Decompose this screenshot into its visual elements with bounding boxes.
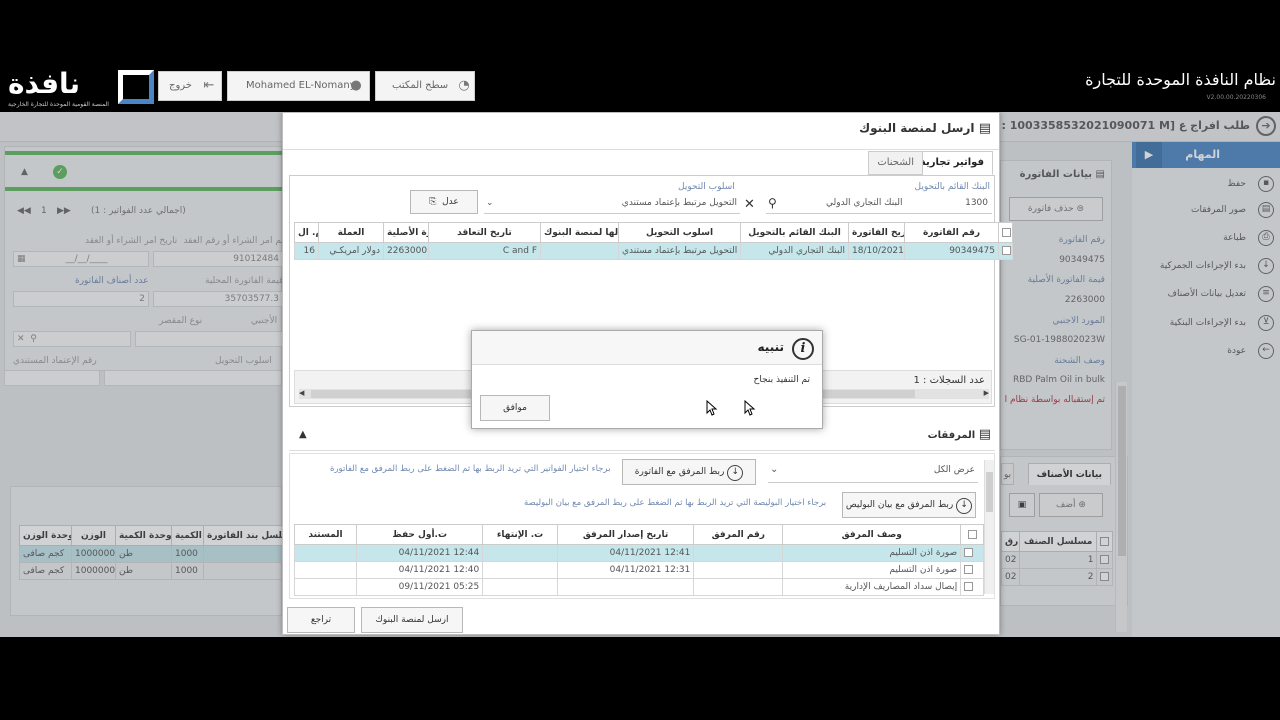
col-document: المستند — [293, 524, 358, 545]
chevron-down-icon: ⌄ — [486, 198, 494, 208]
row-checkbox[interactable] — [1002, 246, 1011, 255]
bank-code: 1300 — [965, 198, 988, 208]
app-version: V2.00.00.20220306 — [1206, 94, 1266, 101]
attachments-title: المرفقات ▤ — [927, 427, 991, 442]
attachments-header-row: المستند ت.أول حفظ ت. الإنتهاء تاريخ إصدا… — [293, 524, 984, 545]
col-attachment-num: رقم المرفق — [693, 524, 784, 545]
screen: نافذة المنصة القومية الموحدة للتجارة الخ… — [0, 0, 1280, 720]
col-attachment-desc: وصف المرفق — [782, 524, 962, 545]
scroll-left-icon: ◀ — [299, 389, 305, 397]
col-currency: العملة — [318, 222, 384, 243]
invoices-table: م. ال العملة قيمة الفاتورة الأصلية تاريخ… — [294, 222, 1013, 260]
row-checkbox[interactable] — [964, 548, 974, 557]
dialog-title: ▤ ارسل لمنصة البنوك — [859, 121, 991, 136]
alert-message: تم التنفيذ بنجاح — [753, 375, 810, 385]
collapse-icon[interactable]: ▲ — [299, 429, 307, 440]
col-expiry: ت. الإنتهاء — [482, 524, 558, 545]
send-to-banks-button[interactable]: ارسل لمنصة البنوك — [361, 607, 463, 633]
edit-icon: ⎘ — [429, 197, 437, 207]
attachment-icon: ▤ — [978, 427, 991, 442]
bank-field[interactable]: 1300 البنك التجاري الدولي ⚲ — [766, 196, 992, 214]
col-first-saved: ت.أول حفظ — [356, 524, 484, 545]
col-invoice-number: رقم الفاتورة — [904, 222, 999, 243]
tab-shipments[interactable]: الشحنات — [868, 151, 923, 175]
top-header: نافذة المنصة القومية الموحدة للتجارة الخ… — [0, 62, 1280, 112]
view-filter-select[interactable]: عرض الكل ⌄ — [768, 459, 978, 483]
link-invoice-hint: برجاء اختيار الفواتير التي تريد الربط به… — [330, 464, 611, 474]
mouse-cursor-icon — [706, 400, 718, 416]
desktop-label: سطح المكتب — [392, 80, 449, 91]
edit-button[interactable]: ⎘ عدل — [410, 190, 478, 214]
select-all-checkbox[interactable] — [967, 529, 977, 539]
col-issue-date: تاريخ إصدار المرفق — [556, 524, 695, 545]
attachments-panel: عرض الكل ⌄ ربط المرفق مع الفاتورة ↓ برجا… — [289, 453, 995, 599]
select-all-checkbox[interactable] — [1002, 227, 1011, 237]
table-row[interactable]: 16 دولار امريكـي 2263000 C and F التحويل… — [294, 242, 1013, 260]
col-contract-date: تاريخ التعاقد — [428, 222, 541, 243]
user-name: Mohamed EL-Nomany — [246, 80, 356, 91]
col-sent-to-banks: تم ارسالها لمنصة البنوك — [540, 222, 619, 243]
chevron-down-icon: ⌄ — [770, 464, 779, 475]
alert-title: تنبيه — [757, 340, 784, 354]
row-checkbox[interactable] — [964, 582, 974, 591]
clear-icon[interactable]: ✕ — [744, 197, 755, 212]
table-row[interactable]: 04/11/2021 12:40 04/11/2021 12:31 صورة ا… — [293, 561, 984, 579]
info-icon: i — [792, 338, 814, 360]
user-icon: ● — [350, 78, 362, 93]
logo-text: نافذة — [8, 67, 81, 100]
col-orig-value: قيمة الفاتورة الأصلية — [383, 222, 429, 243]
row-checkbox[interactable] — [964, 565, 974, 574]
divider — [283, 149, 999, 150]
link-policy-hint: برجاء اختيار البوليصة التي تريد الربط به… — [524, 498, 827, 508]
col-transfer-bank: البنك القائم بالتحويل — [740, 222, 849, 243]
ok-button[interactable]: موافق — [480, 395, 550, 421]
records-count: عدد السجلات : 1 — [913, 375, 985, 386]
logo-subtitle: المنصة القومية الموحدة للتجارة الخارجية — [8, 101, 109, 108]
method-label: اسلوب التحويل — [678, 182, 735, 192]
bank-label: البنك القائم بالتحويل — [914, 182, 991, 192]
app-title: نظام النافذة الموحدة للتجارة — [1085, 70, 1276, 89]
document-icon: ▤ — [978, 121, 991, 136]
success-alert: i تنبيه تم التنفيذ بنجاح موافق — [471, 330, 823, 429]
user-button[interactable]: Mohamed EL-Nomany ● — [227, 71, 370, 101]
table-row[interactable]: 04/11/2021 12:44 04/11/2021 12:41 صورة ا… — [293, 544, 984, 562]
col-transfer-method: اسلوب التحويل — [618, 222, 741, 243]
download-icon: ↓ — [727, 465, 744, 481]
exit-label: خروج — [169, 80, 192, 91]
invoices-header-row: م. ال العملة قيمة الفاتورة الأصلية تاريخ… — [294, 222, 1013, 243]
alert-header: i تنبيه — [472, 331, 822, 365]
bank-name: البنك التجاري الدولي — [826, 198, 903, 208]
cancel-button[interactable]: تراجع — [287, 607, 355, 633]
link-invoice-button[interactable]: ربط المرفق مع الفاتورة ↓ — [622, 459, 756, 485]
tab-commercial-invoices[interactable]: فواتير تجارية — [910, 151, 993, 175]
scroll-right-icon: ▶ — [983, 389, 989, 397]
method-select[interactable]: التحويل مرتبط بإعتماد مستندي ⌄ — [484, 196, 740, 214]
col-serial: م. ال — [294, 222, 319, 243]
nafeza-logo: نافذة المنصة القومية الموحدة للتجارة الخ… — [8, 67, 154, 108]
exit-button[interactable]: ⇤ خروج — [158, 71, 222, 101]
attachments-table: المستند ت.أول حفظ ت. الإنتهاء تاريخ إصدا… — [293, 524, 984, 596]
dashboard-icon: ◔ — [458, 78, 470, 93]
mouse-cursor-icon — [744, 400, 756, 416]
logo-mark-icon — [118, 70, 154, 104]
col-invoice-date: تاريخ الفاتورة — [848, 222, 905, 243]
exit-icon: ⇤ — [203, 78, 215, 93]
attachments-scrollbar[interactable] — [984, 460, 994, 594]
desktop-button[interactable]: سطح المكتب ◔ — [375, 71, 475, 101]
download-icon: ↓ — [956, 498, 973, 514]
search-icon[interactable]: ⚲ — [768, 196, 777, 210]
link-policy-button[interactable]: ربط المرفق مع بيان البوليص ↓ — [842, 492, 976, 518]
table-row[interactable]: 09/11/2021 05:25 إيصال سداد المصاريف الإ… — [293, 578, 984, 596]
